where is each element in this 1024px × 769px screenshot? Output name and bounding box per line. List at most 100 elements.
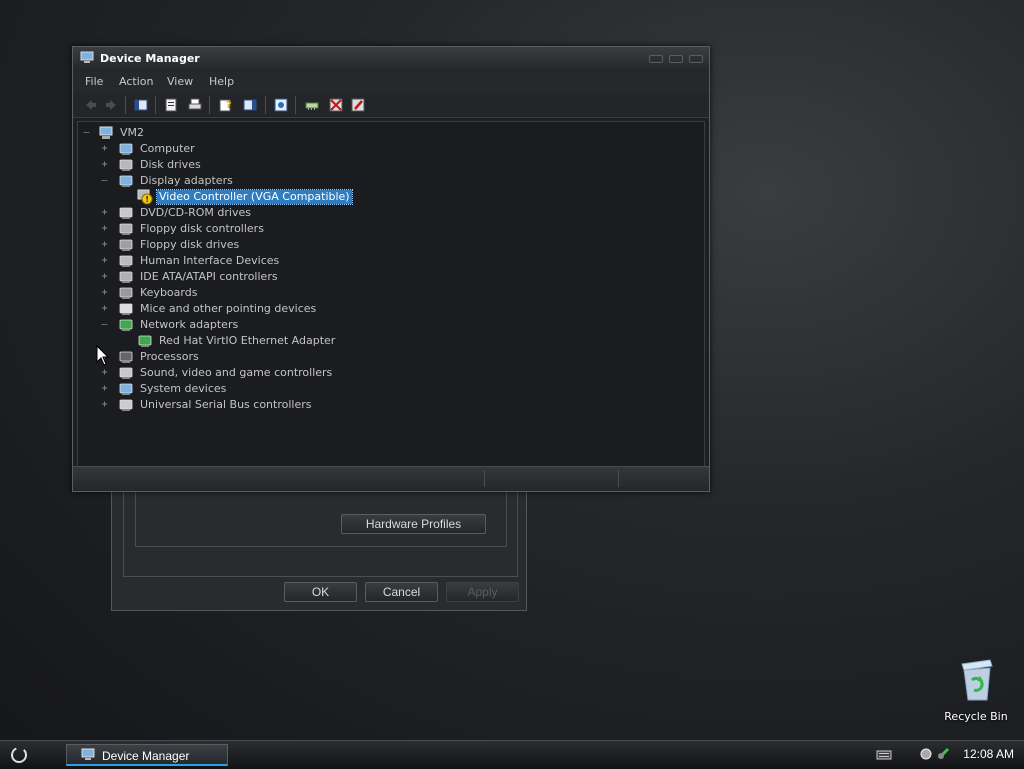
- properties-icon[interactable]: [163, 97, 179, 113]
- dialog-group-frame: Hardware Profiles: [123, 491, 518, 577]
- taskbar: Device Manager 12:08 AM: [0, 740, 1024, 769]
- show-hide-icon[interactable]: [133, 97, 149, 113]
- hardware-profiles-button[interactable]: Hardware Profiles: [341, 514, 486, 534]
- expand-icon[interactable]: +: [100, 160, 109, 170]
- expand-icon[interactable]: +: [100, 400, 109, 410]
- display-adapter-icon: [119, 175, 133, 187]
- tree-item-label: Universal Serial Bus controllers: [140, 398, 312, 411]
- collapse-icon[interactable]: –: [82, 128, 91, 138]
- apply-button[interactable]: Apply: [446, 582, 519, 602]
- disable-icon[interactable]: [350, 97, 366, 113]
- expand-icon[interactable]: +: [100, 256, 109, 266]
- forward-icon[interactable]: [103, 97, 119, 113]
- svg-text:?: ?: [226, 100, 232, 111]
- device-manager-icon: [81, 748, 95, 760]
- uninstall-icon[interactable]: [328, 97, 344, 113]
- status-bar: [73, 466, 709, 491]
- ok-button[interactable]: OK: [284, 582, 357, 602]
- expand-icon[interactable]: +: [100, 304, 109, 314]
- start-button-icon[interactable]: [4, 743, 34, 767]
- sound-icon: [119, 367, 133, 379]
- tree-item-label: Computer: [140, 142, 195, 155]
- expand-icon[interactable]: +: [100, 240, 109, 250]
- expand-icon[interactable]: +: [100, 368, 109, 378]
- tree-root-label: VM2: [120, 126, 145, 139]
- expand-icon[interactable]: +: [100, 224, 109, 234]
- console-tree-icon[interactable]: [242, 97, 258, 113]
- keyboard-icon[interactable]: [876, 749, 892, 761]
- network-adapter-icon: [119, 319, 133, 331]
- warning-icon: [137, 189, 153, 205]
- recycle-bin-label: Recycle Bin: [944, 710, 1008, 723]
- tree-item-label: Mice and other pointing devices: [140, 302, 317, 315]
- safely-remove-icon[interactable]: [936, 746, 952, 762]
- hardware-profiles-frame: Hardware Profiles: [135, 492, 507, 547]
- status-pane: [618, 470, 699, 487]
- menu-file[interactable]: File: [85, 75, 103, 88]
- system-properties-dialog: Hardware Profiles OK Cancel Apply: [111, 480, 527, 611]
- taskbar-item-label: Device Manager: [102, 749, 190, 763]
- collapse-icon[interactable]: –: [100, 176, 109, 186]
- computer-icon: [99, 126, 113, 139]
- recycle-bin-icon: [961, 659, 993, 701]
- expand-icon[interactable]: +: [100, 208, 109, 218]
- menu-bar: File Action View Help: [73, 71, 709, 93]
- usb-icon: [119, 399, 133, 411]
- expand-icon[interactable]: +: [100, 384, 109, 394]
- collapse-icon[interactable]: –: [100, 320, 109, 330]
- menu-help[interactable]: Help: [209, 75, 234, 88]
- computer-icon: [119, 143, 133, 155]
- close-button[interactable]: [689, 55, 703, 63]
- print-icon[interactable]: [187, 97, 203, 113]
- mouse-icon: [119, 303, 133, 315]
- ide-icon: [119, 271, 133, 283]
- disk-drive-icon: [119, 159, 133, 171]
- help-icon[interactable]: ?: [218, 97, 234, 113]
- recycle-bin[interactable]: Recycle Bin: [944, 656, 1008, 723]
- back-icon[interactable]: [83, 97, 99, 113]
- tree-item-label: System devices: [140, 382, 227, 395]
- hid-icon: [119, 255, 133, 267]
- tree-item-label: Video Controller (VGA Compatible): [156, 189, 353, 205]
- taskbar-item-device-manager[interactable]: Device Manager: [66, 744, 228, 766]
- maximize-button[interactable]: [669, 55, 683, 63]
- tree-item-label: Floppy disk controllers: [140, 222, 264, 235]
- scan-hardware-icon[interactable]: [273, 97, 289, 113]
- tree-item-label: Floppy disk drives: [140, 238, 240, 251]
- tree-item-label: IDE ATA/ATAPI controllers: [140, 270, 278, 283]
- cancel-button[interactable]: Cancel: [365, 582, 438, 602]
- dvd-icon: [119, 207, 133, 219]
- hardware-tray-icon[interactable]: [918, 746, 934, 762]
- tree-item-label: Human Interface Devices: [140, 254, 280, 267]
- status-pane: [484, 470, 605, 487]
- tree-item-label: Red Hat VirtIO Ethernet Adapter: [159, 334, 336, 347]
- tree-item-label: Network adapters: [140, 318, 239, 331]
- window-title: Device Manager: [100, 52, 200, 65]
- keyboard-icon: [119, 287, 133, 299]
- controller-icon: [119, 223, 133, 235]
- processor-icon: [119, 351, 133, 363]
- tree-item-label: Sound, video and game controllers: [140, 366, 333, 379]
- tree-item-label: Keyboards: [140, 286, 198, 299]
- menu-view[interactable]: View: [167, 75, 193, 88]
- update-driver-icon[interactable]: [304, 97, 320, 113]
- expand-icon[interactable]: +: [100, 288, 109, 298]
- menu-action[interactable]: Action: [119, 75, 153, 88]
- expand-icon[interactable]: +: [100, 272, 109, 282]
- expand-icon[interactable]: +: [100, 144, 109, 154]
- title-bar[interactable]: Device Manager: [73, 47, 709, 71]
- toolbar: ?: [73, 93, 709, 118]
- floppy-icon: [119, 239, 133, 251]
- mouse-cursor-icon: [96, 345, 110, 366]
- tree-item-label: Disk drives: [140, 158, 201, 171]
- tree-item-label: Display adapters: [140, 174, 233, 187]
- clock[interactable]: 12:08 AM: [963, 747, 1014, 761]
- tree-item-label: DVD/CD-ROM drives: [140, 206, 251, 219]
- minimize-button[interactable]: [649, 55, 663, 63]
- device-manager-window: Device Manager File Action View Help ? –…: [72, 46, 710, 492]
- network-card-icon: [138, 335, 152, 347]
- device-manager-icon: [80, 51, 94, 63]
- system-devices-icon: [119, 383, 133, 395]
- device-tree[interactable]: – VM2 + Computer + Disk drives – Display adap…: [77, 121, 705, 467]
- tree-item-label: Processors: [140, 350, 199, 363]
